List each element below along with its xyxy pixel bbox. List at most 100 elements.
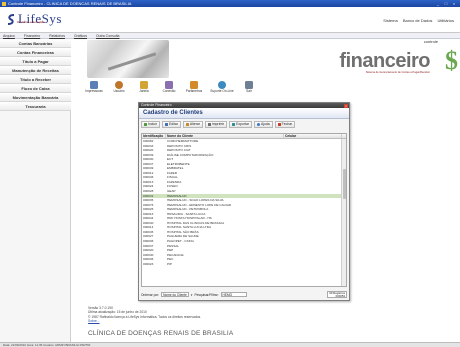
- menu-graficos[interactable]: Gráficos: [74, 34, 87, 38]
- search-label: Pesquisar/Filtrar:: [194, 292, 219, 297]
- toolbar-label: Impressoras: [85, 89, 103, 93]
- sidebar-item-titulo-a-receber[interactable]: Título a Receber: [0, 75, 71, 84]
- clientes-table[interactable]: Identificação Nome do Cliente Celular 00…: [141, 133, 347, 287]
- button-label: Ajuda: [260, 122, 270, 126]
- dollar-icon: $: [445, 46, 458, 75]
- menu-outra-consulta[interactable]: Outra Consulta: [96, 34, 120, 38]
- record-count-value: 000053: [335, 294, 345, 298]
- order-label: Ordenar por:: [141, 292, 160, 297]
- status-bar: Data: 21/06/2010 Hora: 11:36 Usuário: AD…: [0, 342, 460, 347]
- toolbar-janela[interactable]: Janela: [133, 80, 155, 97]
- button-label: Fechar: [281, 122, 293, 126]
- chevron-down-icon[interactable]: ▾: [191, 293, 193, 297]
- close-button[interactable]: ×: [451, 1, 457, 6]
- top-links: Sistema Banco de Dados Utilitários: [379, 18, 454, 23]
- dialog-title: Controle Financeiro: [141, 103, 172, 107]
- ajuda-button[interactable]: Ajuda: [253, 121, 273, 128]
- export-icon: [232, 123, 236, 126]
- minimize-button[interactable]: _: [435, 1, 441, 6]
- table-body: 000082 COMCHEMMATTORE 000043 DEPOSITO CRIS 0…: [142, 139, 342, 266]
- brand-prefix: controle: [423, 39, 438, 44]
- top-link-utilitarios[interactable]: Utilitários: [438, 18, 454, 23]
- help-icon: [256, 123, 260, 126]
- brand-banner: controle financeiro Sistema de Gerenciam…: [71, 39, 460, 80]
- clientes-dialog: Controle Financeiro × Cadastro de Client…: [138, 102, 350, 301]
- toolbar-parametros[interactable]: Parâmetros: [183, 80, 205, 97]
- button-label: Imprimir: [211, 122, 225, 126]
- sidebar-item-titulo-a-pagar[interactable]: Título a Pagar: [0, 57, 71, 66]
- main-toolbar: Impressoras Usuário Janela Conexão Parâm…: [71, 80, 460, 97]
- toolbar-label: Usuário: [113, 89, 125, 93]
- window-controls: _ □ ×: [435, 0, 457, 7]
- printer-icon: [90, 81, 98, 89]
- app-icon: [2, 1, 6, 6]
- dialog-heading: Cadastro de Clientes: [139, 108, 349, 119]
- dialog-toolbar: Incluir Editar Alterar Imprimir Exportar…: [139, 120, 349, 129]
- toolbar-label: Suporte On-Line: [210, 89, 234, 93]
- cell-nome: PIP: [167, 261, 172, 266]
- banner-photo: [87, 40, 169, 78]
- add-icon: [144, 123, 147, 126]
- sidebar: Contas Bancárias Contas Financeiras Títu…: [0, 39, 71, 343]
- column-header-celular[interactable]: Celular: [284, 134, 342, 138]
- scrollbar-thumb[interactable]: [342, 169, 346, 199]
- version-info: Versão 3.7.0.190 Última atualização: 15 …: [88, 306, 201, 324]
- search-input[interactable]: HEMO: [220, 292, 247, 297]
- sidebar-item-contas-financeiras[interactable]: Contas Financeiras: [0, 48, 71, 57]
- toolbar-conexao[interactable]: Conexão: [158, 80, 180, 97]
- button-label: Alterar: [189, 122, 200, 126]
- dialog-footer: Ordenar por: Nome do Cliente ▾ Pesquisar…: [141, 290, 347, 299]
- sidebar-item-tesouraria[interactable]: Tesouraria: [0, 102, 71, 111]
- editar-button[interactable]: Editar: [162, 121, 181, 128]
- toolbar-label: Parâmetros: [185, 89, 203, 93]
- button-label: Incluir: [148, 122, 158, 126]
- lifesys-mark-icon: [7, 13, 15, 25]
- sidebar-item-contas-bancarias[interactable]: Contas Bancárias: [0, 39, 71, 48]
- sidebar-item-movimentacao-bancaria[interactable]: Movimentação Bancária: [0, 93, 71, 102]
- toolbar-suporte-online[interactable]: Suporte On-Line: [208, 80, 236, 97]
- window-title: Controle Financeiro - CLINICA DE DOENCAS…: [8, 1, 132, 6]
- table-scrollbar[interactable]: [341, 139, 346, 286]
- brand-block: financeiro Sistema de Gerenciamento de C…: [339, 51, 430, 74]
- top-link-sistema[interactable]: Sistema: [383, 18, 397, 23]
- connection-icon: [165, 81, 173, 89]
- menu-relatorios[interactable]: Relatórios: [49, 34, 65, 38]
- table-row[interactable]: 000023 PIP: [142, 262, 342, 267]
- logo-subtitle: Produtos e Soluções: [17, 20, 45, 24]
- menu-financeiro[interactable]: Financeiro: [24, 34, 40, 38]
- sidebar-item-fluxo-de-caixa[interactable]: Fluxo de Caixa: [0, 84, 71, 93]
- top-link-banco-de-dados[interactable]: Banco de Dados: [403, 18, 433, 23]
- toolbar-label: Janela: [139, 89, 149, 93]
- fechar-button[interactable]: Fechar: [274, 121, 296, 128]
- imprimir-button[interactable]: Imprimir: [204, 121, 228, 128]
- column-header-nome[interactable]: Nome do Cliente: [166, 134, 284, 138]
- dialog-close-button[interactable]: ×: [344, 103, 348, 108]
- column-header-identificacao[interactable]: Identificação: [142, 134, 166, 138]
- copyright-line: © 1987 Rafinaldo licença à LifeSys Infor…: [88, 314, 202, 319]
- exit-icon: [245, 81, 253, 89]
- window-titlebar: Controle Financeiro - CLINICA DE DOENCAS…: [0, 0, 460, 7]
- toolbar-usuario[interactable]: Usuário: [108, 80, 130, 97]
- alterar-button[interactable]: Alterar: [182, 121, 203, 128]
- button-label: Exportar: [236, 122, 249, 126]
- exportar-button[interactable]: Exportar: [229, 121, 252, 128]
- menu-arquivo[interactable]: Arquivo: [3, 34, 15, 38]
- change-icon: [185, 123, 189, 126]
- brand-word: financeiro: [339, 50, 430, 72]
- support-icon: [218, 81, 226, 89]
- app-header: LifeSys Produtos e Soluções Sistema Banc…: [0, 7, 460, 33]
- order-select[interactable]: Nome do Cliente: [161, 292, 189, 297]
- toolbar-impressoras[interactable]: Impressoras: [83, 80, 105, 97]
- window-icon: [140, 81, 148, 89]
- incluir-button[interactable]: Incluir: [141, 121, 161, 128]
- dialog-titlebar: Controle Financeiro ×: [139, 103, 349, 108]
- cell-celular: [284, 262, 342, 267]
- cell-identificacao: 000023: [143, 261, 154, 266]
- toolbar-sair[interactable]: Sair: [238, 80, 260, 97]
- sidebar-item-manutencao-receitas[interactable]: Manutenção de Receitas: [0, 66, 71, 75]
- about-link[interactable]: Sobre...: [88, 319, 201, 323]
- company-name: CLÍNICA DE DOENÇAS RENAIS DE BRASILIA: [88, 330, 234, 337]
- maximize-button[interactable]: □: [443, 1, 449, 6]
- close-icon: [277, 123, 281, 126]
- users-icon: [115, 81, 123, 89]
